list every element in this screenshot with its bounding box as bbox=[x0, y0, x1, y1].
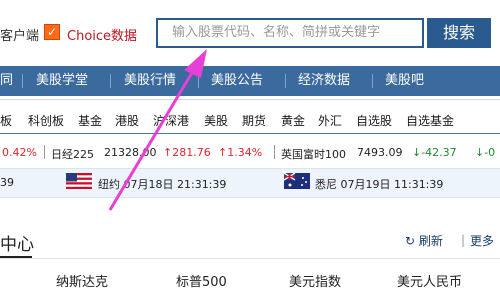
tab-usd-cny[interactable]: 美元人民币 bbox=[397, 271, 462, 290]
sub-nav-item-watchlist-funds[interactable]: 自选基金 bbox=[406, 112, 454, 129]
sub-nav-item-watchlist-stocks[interactable]: 自选股 bbox=[356, 112, 392, 129]
ticker-nikkei-value: 21328.00 bbox=[104, 146, 157, 159]
clock-partial: 39 bbox=[0, 176, 14, 189]
sub-nav-item-funds[interactable]: 基金 bbox=[78, 112, 102, 129]
client-link[interactable]: 客户端 bbox=[0, 25, 39, 44]
ticker-ftse-change: ↓-42.37 bbox=[412, 146, 457, 159]
sub-nav-item-futures[interactable]: 期货 bbox=[242, 112, 266, 129]
ticker-separator bbox=[274, 145, 275, 159]
sub-nav-underline bbox=[0, 133, 500, 134]
nav-separator bbox=[22, 74, 23, 88]
ticker-nikkei-pct: ↑1.34% bbox=[218, 146, 263, 159]
sub-nav-item-partial[interactable]: 板 bbox=[0, 112, 12, 129]
refresh-button[interactable]: ↻ 刷新 bbox=[405, 232, 443, 249]
sub-nav-item-hk-stocks[interactable]: 港股 bbox=[115, 112, 139, 129]
sub-nav-item-gold[interactable]: 黄金 bbox=[281, 112, 305, 129]
refresh-icon: ↻ bbox=[405, 234, 416, 248]
search-input[interactable]: 输入股票代码、名称、简拼或关键字 bbox=[156, 18, 424, 48]
ticker-first-pct: 0.42% bbox=[2, 146, 37, 159]
nav-item-partial[interactable]: 同 bbox=[0, 66, 13, 96]
more-link[interactable]: 更多 bbox=[470, 232, 494, 249]
nav-item-economic-data[interactable]: 经济数据 bbox=[298, 66, 350, 96]
link-separator: | bbox=[461, 233, 466, 247]
nav-item-us-stock-announcements[interactable]: 美股公告 bbox=[211, 66, 263, 96]
tab-sp500[interactable]: 标普500 bbox=[176, 271, 227, 290]
main-nav: 同 美股学堂 美股行情 美股公告 经济数据 美股吧 bbox=[0, 66, 500, 96]
sub-nav-item-us-stocks[interactable]: 美股 bbox=[204, 112, 228, 129]
choice-checkbox[interactable]: ✓ bbox=[44, 24, 60, 40]
ticker-separator bbox=[44, 145, 45, 159]
nav-separator bbox=[110, 74, 111, 88]
section-divider bbox=[0, 258, 500, 259]
nav-separator bbox=[198, 74, 199, 88]
clock-sydney: 悉尼 07月19日 11:31:39 bbox=[315, 178, 444, 191]
ticker-ftse-pct: ↓-0 bbox=[475, 146, 496, 159]
search-button[interactable]: 搜索 bbox=[427, 18, 491, 48]
clock-newyork: 纽约 07月18日 21:31:39 bbox=[98, 178, 227, 191]
sub-nav-item-forex[interactable]: 外汇 bbox=[318, 112, 342, 129]
sub-nav-item-star-market[interactable]: 科创板 bbox=[28, 112, 64, 129]
tab-nasdaq[interactable]: 纳斯达克 bbox=[56, 271, 108, 290]
ticker-ftse-value: 7493.09 bbox=[357, 146, 403, 159]
refresh-label: 刷新 bbox=[418, 234, 443, 248]
tab-dollar-index[interactable]: 美元指数 bbox=[289, 271, 341, 290]
ticker-nikkei-name[interactable]: 日经225 bbox=[51, 146, 94, 162]
nav-item-us-stock-quotes[interactable]: 美股行情 bbox=[124, 66, 176, 96]
nav-item-us-stock-forum[interactable]: 美股吧 bbox=[385, 66, 424, 96]
ticker-nikkei-change: ↑281.76 bbox=[163, 146, 211, 159]
us-flag-icon bbox=[66, 173, 92, 189]
sub-nav-item-sh-sz-hk[interactable]: 沪深港 bbox=[153, 112, 189, 129]
nav-separator bbox=[285, 74, 286, 88]
section-title: 中心 bbox=[0, 235, 34, 255]
nav-separator bbox=[372, 74, 373, 88]
sub-nav-divider bbox=[0, 99, 500, 100]
ticker-ftse-name[interactable]: 英国富时100 bbox=[281, 146, 346, 162]
nav-item-us-stock-school[interactable]: 美股学堂 bbox=[36, 66, 88, 96]
choice-data-link[interactable]: Choice数据 bbox=[67, 25, 137, 44]
australia-flag-icon bbox=[284, 173, 310, 189]
